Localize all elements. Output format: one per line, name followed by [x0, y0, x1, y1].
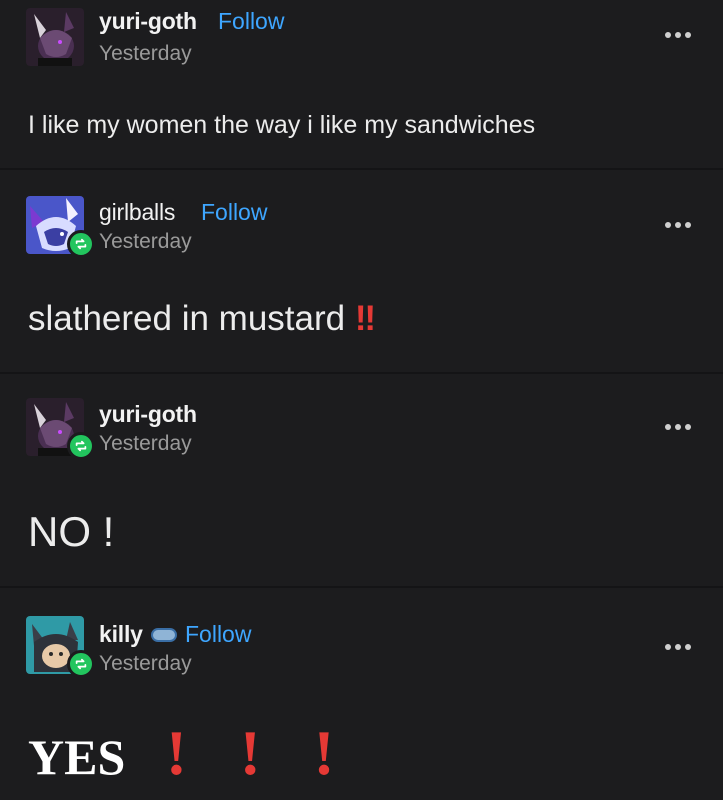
username[interactable]: yuri-goth — [99, 401, 197, 428]
post-text: I like my women the way i like my sandwi… — [28, 111, 536, 139]
more-options-icon[interactable] — [665, 642, 693, 652]
post-text-content: YES — [28, 729, 126, 785]
avatar-image — [26, 8, 84, 66]
emphasis-mark: ! — [239, 717, 261, 788]
emphasis-mark: ! — [165, 717, 188, 788]
reblog-icon — [67, 432, 95, 460]
post-1: yuri-goth Follow Yesterday I like my wom… — [0, 0, 723, 170]
avatar[interactable] — [26, 8, 84, 66]
ticket-badge-icon — [151, 628, 177, 642]
username[interactable]: killy — [99, 621, 143, 648]
post-4: killy Follow Yesterday YES ! ! ! — [0, 588, 723, 800]
timestamp[interactable]: Yesterday — [99, 432, 192, 456]
post-text: YES ! ! ! — [28, 716, 335, 790]
more-options-icon[interactable] — [665, 422, 693, 432]
post-2: girlballs Follow Yesterday slathered in … — [0, 170, 723, 374]
emphasis-mark: ‼ — [354, 299, 376, 338]
timestamp[interactable]: Yesterday — [99, 230, 192, 254]
reblog-icon — [67, 230, 95, 258]
follow-button[interactable]: Follow — [201, 199, 267, 226]
username[interactable]: girlballs — [99, 199, 175, 226]
post-3: yuri-goth Yesterday NO ! — [0, 374, 723, 588]
username[interactable]: yuri-goth — [99, 8, 197, 35]
more-options-icon[interactable] — [665, 220, 693, 230]
post-text-content: slathered in mustard — [28, 299, 346, 338]
timestamp[interactable]: Yesterday — [99, 652, 192, 676]
follow-button[interactable]: Follow — [185, 621, 251, 648]
post-text: NO ! — [28, 508, 115, 555]
timestamp[interactable]: Yesterday — [99, 42, 192, 66]
reblog-icon — [67, 650, 95, 678]
more-options-icon[interactable] — [665, 30, 693, 40]
follow-button[interactable]: Follow — [218, 8, 284, 35]
post-text: slathered in mustard ‼ — [28, 299, 376, 339]
emphasis-mark: ! — [313, 717, 335, 788]
